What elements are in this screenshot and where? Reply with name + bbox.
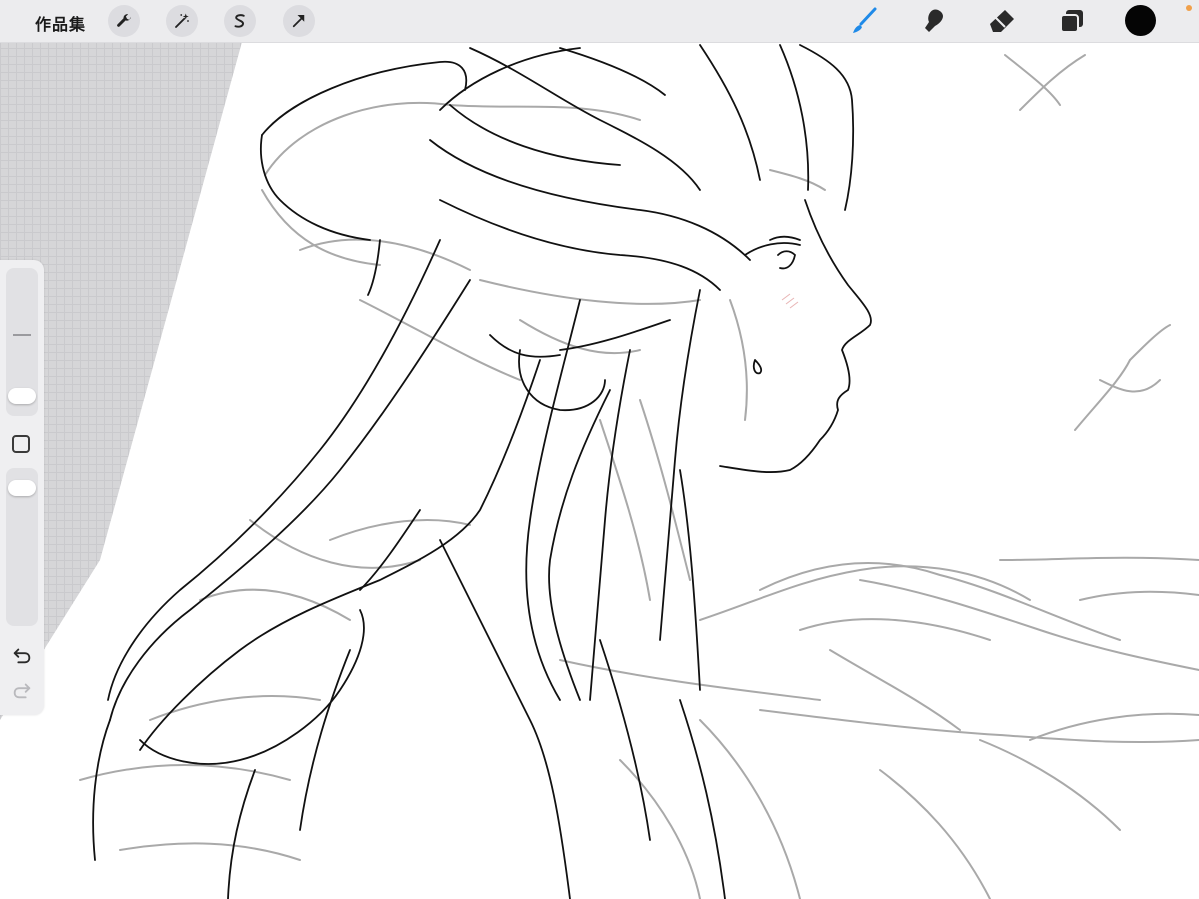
transform-button[interactable] xyxy=(283,5,315,37)
modify-button[interactable] xyxy=(12,435,30,453)
opacity-thumb[interactable] xyxy=(8,480,36,496)
arrow-cursor-icon xyxy=(292,15,305,28)
top-toolbar: 作品集 xyxy=(0,0,1199,43)
redo-button[interactable] xyxy=(10,678,34,702)
gallery-button[interactable]: 作品集 xyxy=(35,11,86,35)
smudge-finger-icon xyxy=(925,9,943,32)
layers-icon xyxy=(1060,10,1083,33)
selection-s-icon xyxy=(234,14,245,28)
color-picker-button[interactable] xyxy=(1125,5,1156,36)
smudge-tool-button[interactable] xyxy=(917,4,951,38)
layers-button[interactable] xyxy=(1055,4,1089,38)
undo-arrow-icon xyxy=(13,648,31,664)
eraser-icon xyxy=(990,10,1014,32)
slider-tick-mark xyxy=(13,334,31,336)
brush-tool-button[interactable] xyxy=(847,4,881,38)
brush-size-slider[interactable] xyxy=(6,268,38,416)
eraser-tool-button[interactable] xyxy=(985,4,1019,38)
magic-wand-icon xyxy=(175,13,189,28)
brush-size-thumb[interactable] xyxy=(8,388,36,404)
left-sidebar xyxy=(0,260,44,715)
undo-button[interactable] xyxy=(10,643,34,667)
opacity-slider[interactable] xyxy=(6,468,38,626)
status-indicator-dot xyxy=(1186,5,1192,11)
adjustments-button[interactable] xyxy=(166,5,198,37)
brush-icon xyxy=(853,7,877,33)
actions-button[interactable] xyxy=(108,5,140,37)
wrench-icon xyxy=(117,14,131,27)
selection-button[interactable] xyxy=(224,5,256,37)
redo-arrow-icon xyxy=(13,683,31,699)
